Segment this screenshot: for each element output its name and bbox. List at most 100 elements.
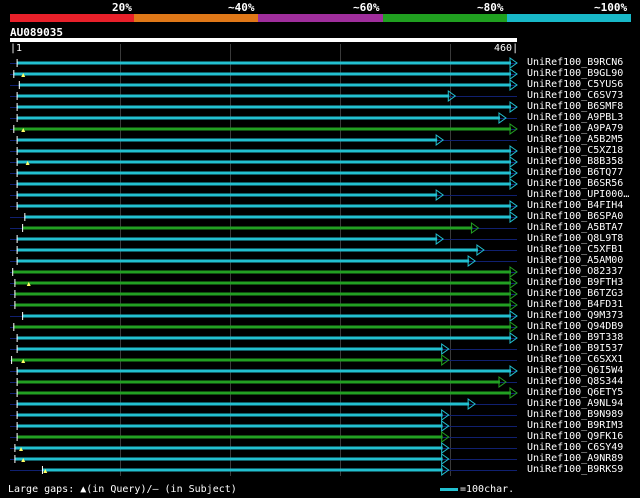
- hit-start-tick: [16, 136, 18, 144]
- hit-start-tick: [16, 257, 18, 265]
- hit-start-tick: [14, 455, 16, 463]
- hit-start-tick: [16, 235, 18, 243]
- hit-end-arrow: [509, 266, 518, 278]
- hit-end-arrow: [509, 167, 518, 179]
- hit-alignment-bar[interactable]: [16, 391, 512, 395]
- hit-start-tick: [13, 323, 15, 331]
- hit-alignment-bar[interactable]: [16, 336, 512, 340]
- hit-start-tick: [24, 213, 26, 221]
- hit-end-arrow: [441, 453, 450, 465]
- hit-start-tick: [41, 466, 43, 474]
- hit-start-tick: [14, 279, 16, 287]
- hit-end-arrow: [509, 288, 518, 300]
- hit-start-tick: [16, 59, 18, 67]
- hit-start-tick: [16, 389, 18, 397]
- hit-graphics: [11, 57, 518, 476]
- hit-end-arrow: [498, 112, 507, 124]
- hit-end-arrow: [476, 244, 485, 256]
- hit-end-arrow: [509, 299, 518, 311]
- hit-alignment-bar[interactable]: [14, 281, 512, 285]
- hit-end-arrow: [470, 222, 480, 234]
- hit-start-tick: [12, 268, 14, 276]
- hit-end-arrow: [467, 255, 476, 267]
- hit-alignment-bar[interactable]: [13, 127, 512, 131]
- hit-alignment-bar[interactable]: [16, 380, 500, 384]
- hit-start-tick: [22, 224, 24, 232]
- hit-alignment-bar[interactable]: [16, 116, 500, 120]
- hit-alignment-bar[interactable]: [22, 314, 512, 318]
- hit-alignment-bar[interactable]: [16, 182, 512, 186]
- hit-end-arrow: [435, 233, 445, 245]
- hit-alignment-bar[interactable]: [16, 193, 438, 197]
- hit-end-arrow: [435, 134, 445, 146]
- hit-end-arrow: [509, 387, 518, 399]
- hit-alignment-bar[interactable]: [16, 149, 512, 153]
- hit-alignment-bar[interactable]: [14, 457, 443, 461]
- hit-end-arrow: [435, 189, 445, 201]
- hit-alignment-bar[interactable]: [16, 61, 512, 65]
- hit-end-arrow: [447, 90, 457, 102]
- hit-alignment-bar[interactable]: [14, 292, 512, 296]
- hit-alignment-bar[interactable]: [11, 358, 443, 362]
- hit-start-tick: [16, 180, 18, 188]
- hit-start-tick: [16, 202, 18, 210]
- hit-start-tick: [16, 92, 18, 100]
- hit-start-tick: [14, 301, 16, 309]
- hit-end-arrow: [509, 57, 518, 69]
- hit-alignment-bar[interactable]: [16, 402, 470, 406]
- hit-alignment-bar[interactable]: [16, 171, 512, 175]
- hit-alignment-bar[interactable]: [24, 215, 512, 219]
- hit-alignment-bar[interactable]: [16, 259, 470, 263]
- hit-end-arrow: [509, 321, 518, 333]
- hit-alignment-bar[interactable]: [12, 270, 512, 274]
- hit-end-arrow: [467, 398, 476, 410]
- hit-alignment-bar[interactable]: [14, 303, 512, 307]
- hit-alignment-bar[interactable]: [16, 105, 512, 109]
- hit-alignment-bar[interactable]: [22, 226, 473, 230]
- hit-end-arrow: [509, 211, 518, 223]
- hit-alignment-bar[interactable]: [16, 94, 450, 98]
- hit-alignment-bar[interactable]: [16, 435, 443, 439]
- hit-end-arrow: [509, 79, 518, 91]
- hit-alignment-bar[interactable]: [13, 72, 512, 76]
- hit-end-arrow: [498, 376, 507, 388]
- hit-alignment-bar[interactable]: [16, 237, 438, 241]
- hit-start-tick: [11, 356, 13, 364]
- hit-start-tick: [13, 125, 15, 133]
- hit-end-arrow: [509, 123, 518, 135]
- hit-alignment-bar[interactable]: [16, 248, 478, 252]
- hit-end-arrow: [509, 156, 518, 168]
- hit-start-tick: [16, 169, 18, 177]
- hit-start-tick: [13, 70, 15, 78]
- hit-end-arrow: [509, 332, 518, 344]
- hit-end-arrow: [509, 101, 518, 113]
- hit-alignment-bar[interactable]: [41, 468, 443, 472]
- hit-end-arrow: [509, 145, 518, 157]
- hit-end-arrow: [509, 200, 518, 212]
- hit-end-arrow: [509, 178, 518, 190]
- hit-start-tick: [16, 378, 18, 386]
- hit-alignment-bar[interactable]: [13, 325, 512, 329]
- hit-start-tick: [14, 444, 16, 452]
- hit-alignment-bar[interactable]: [16, 369, 512, 373]
- hit-alignment-bar[interactable]: [16, 413, 443, 417]
- hit-alignment-bar[interactable]: [14, 446, 443, 450]
- hit-alignment-bar[interactable]: [16, 347, 443, 351]
- hit-alignment-bar[interactable]: [16, 424, 443, 428]
- hit-alignment-bar[interactable]: [16, 138, 438, 142]
- hit-alignment-bar[interactable]: [16, 160, 512, 164]
- hit-start-tick: [16, 367, 18, 375]
- hit-alignment-bar[interactable]: [16, 204, 512, 208]
- hit-start-tick: [16, 103, 18, 111]
- hit-end-arrow: [509, 277, 518, 289]
- hit-alignment-bar[interactable]: [18, 83, 512, 87]
- hit-start-tick: [16, 191, 18, 199]
- hit-start-tick: [16, 114, 18, 122]
- hit-end-arrow: [509, 310, 518, 322]
- hit-start-tick: [16, 345, 18, 353]
- hit-start-tick: [16, 246, 18, 254]
- hit-end-arrow: [441, 409, 450, 421]
- hit-start-tick: [16, 158, 18, 166]
- hit-start-tick: [16, 334, 18, 342]
- hit-start-tick: [22, 312, 24, 320]
